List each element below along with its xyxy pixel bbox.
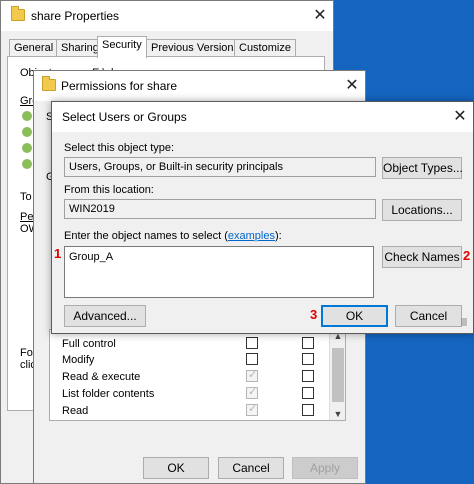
permissions-list: Full control Modify Read & execute List … bbox=[49, 329, 346, 421]
select-cancel-button[interactable]: Cancel bbox=[395, 305, 462, 327]
tab-security[interactable]: Security bbox=[97, 36, 147, 58]
locations-button[interactable]: Locations... bbox=[382, 199, 462, 221]
allow-read-execute-checkbox bbox=[246, 368, 258, 382]
allow-full-control-checkbox[interactable] bbox=[246, 337, 258, 349]
allow-modify-checkbox[interactable] bbox=[246, 353, 258, 365]
scroll-thumb[interactable] bbox=[332, 348, 344, 402]
perm-modify: Modify bbox=[62, 354, 95, 366]
share-properties-title: share Properties bbox=[31, 9, 120, 23]
permissions-title: Permissions for share bbox=[61, 79, 178, 93]
deny-read-checkbox[interactable] bbox=[302, 404, 314, 416]
allow-read-checkbox bbox=[246, 402, 258, 416]
close-icon[interactable]: ✕ bbox=[341, 75, 363, 97]
permissions-scrollbar[interactable]: ▲ ▼ bbox=[329, 330, 345, 420]
permissions-titlebar: Permissions for share ✕ bbox=[34, 71, 365, 101]
deny-read-execute-checkbox[interactable] bbox=[302, 370, 314, 382]
user-icon bbox=[22, 127, 32, 137]
perm-list-folder-contents: List folder contents bbox=[62, 388, 155, 400]
object-names-label-prefix: Enter the object names to select ( bbox=[64, 230, 228, 242]
allow-list-folder-checkbox bbox=[246, 385, 258, 399]
object-type-field: Users, Groups, or Built-in security prin… bbox=[64, 157, 376, 177]
perm-apply-button: Apply bbox=[292, 457, 358, 479]
user-icon bbox=[22, 159, 32, 169]
perm-read: Read bbox=[62, 405, 89, 417]
location-field: WIN2019 bbox=[64, 199, 376, 219]
object-names-input[interactable]: Group_A bbox=[64, 246, 374, 298]
user-icon bbox=[22, 111, 32, 121]
share-properties-titlebar: share Properties ✕ bbox=[1, 1, 333, 31]
step-annotation-1: 1 bbox=[54, 246, 62, 261]
deny-list-folder-checkbox[interactable] bbox=[302, 387, 314, 399]
step-annotation-2: 2 bbox=[463, 248, 471, 263]
user-icon bbox=[22, 143, 32, 153]
permissions-label: Pe bbox=[20, 211, 34, 223]
tab-customize[interactable]: Customize bbox=[234, 39, 296, 57]
tab-general[interactable]: General bbox=[9, 39, 59, 57]
deny-modify-checkbox[interactable] bbox=[302, 353, 314, 365]
object-names-label: Enter the object names to select (exampl… bbox=[64, 230, 282, 242]
perm-cancel-button[interactable]: Cancel bbox=[218, 457, 284, 479]
close-icon[interactable]: ✕ bbox=[309, 5, 331, 27]
check-names-button[interactable]: Check Names bbox=[382, 246, 462, 268]
resize-grip bbox=[461, 318, 467, 326]
tab-previous-versions[interactable]: Previous Versions bbox=[146, 39, 245, 57]
to-change-label: To bbox=[20, 191, 32, 203]
advanced-button[interactable]: Advanced... bbox=[64, 305, 146, 327]
select-ok-button[interactable]: OK bbox=[321, 305, 388, 327]
select-users-titlebar: Select Users or Groups ✕ bbox=[52, 102, 473, 132]
object-names-value: Group_A bbox=[69, 251, 114, 263]
select-users-dialog: Select Users or Groups ✕ Select this obj… bbox=[51, 101, 474, 334]
object-types-button[interactable]: Object Types... bbox=[382, 157, 463, 179]
folder-icon bbox=[11, 6, 25, 21]
object-names-label-suffix: ): bbox=[274, 230, 282, 242]
scroll-down-icon[interactable]: ▼ bbox=[330, 409, 345, 419]
step-annotation-3: 3 bbox=[310, 307, 318, 322]
folder-icon bbox=[42, 76, 56, 91]
deny-full-control-checkbox[interactable] bbox=[302, 337, 314, 349]
perm-read-execute: Read & execute bbox=[62, 371, 141, 383]
perm-full-control: Full control bbox=[62, 338, 116, 350]
select-users-title: Select Users or Groups bbox=[62, 110, 187, 124]
close-icon[interactable]: ✕ bbox=[449, 106, 471, 128]
examples-link[interactable]: examples bbox=[228, 230, 275, 242]
object-type-label: Select this object type: bbox=[64, 142, 175, 154]
location-label: From this location: bbox=[64, 184, 154, 196]
perm-ok-button[interactable]: OK bbox=[143, 457, 209, 479]
